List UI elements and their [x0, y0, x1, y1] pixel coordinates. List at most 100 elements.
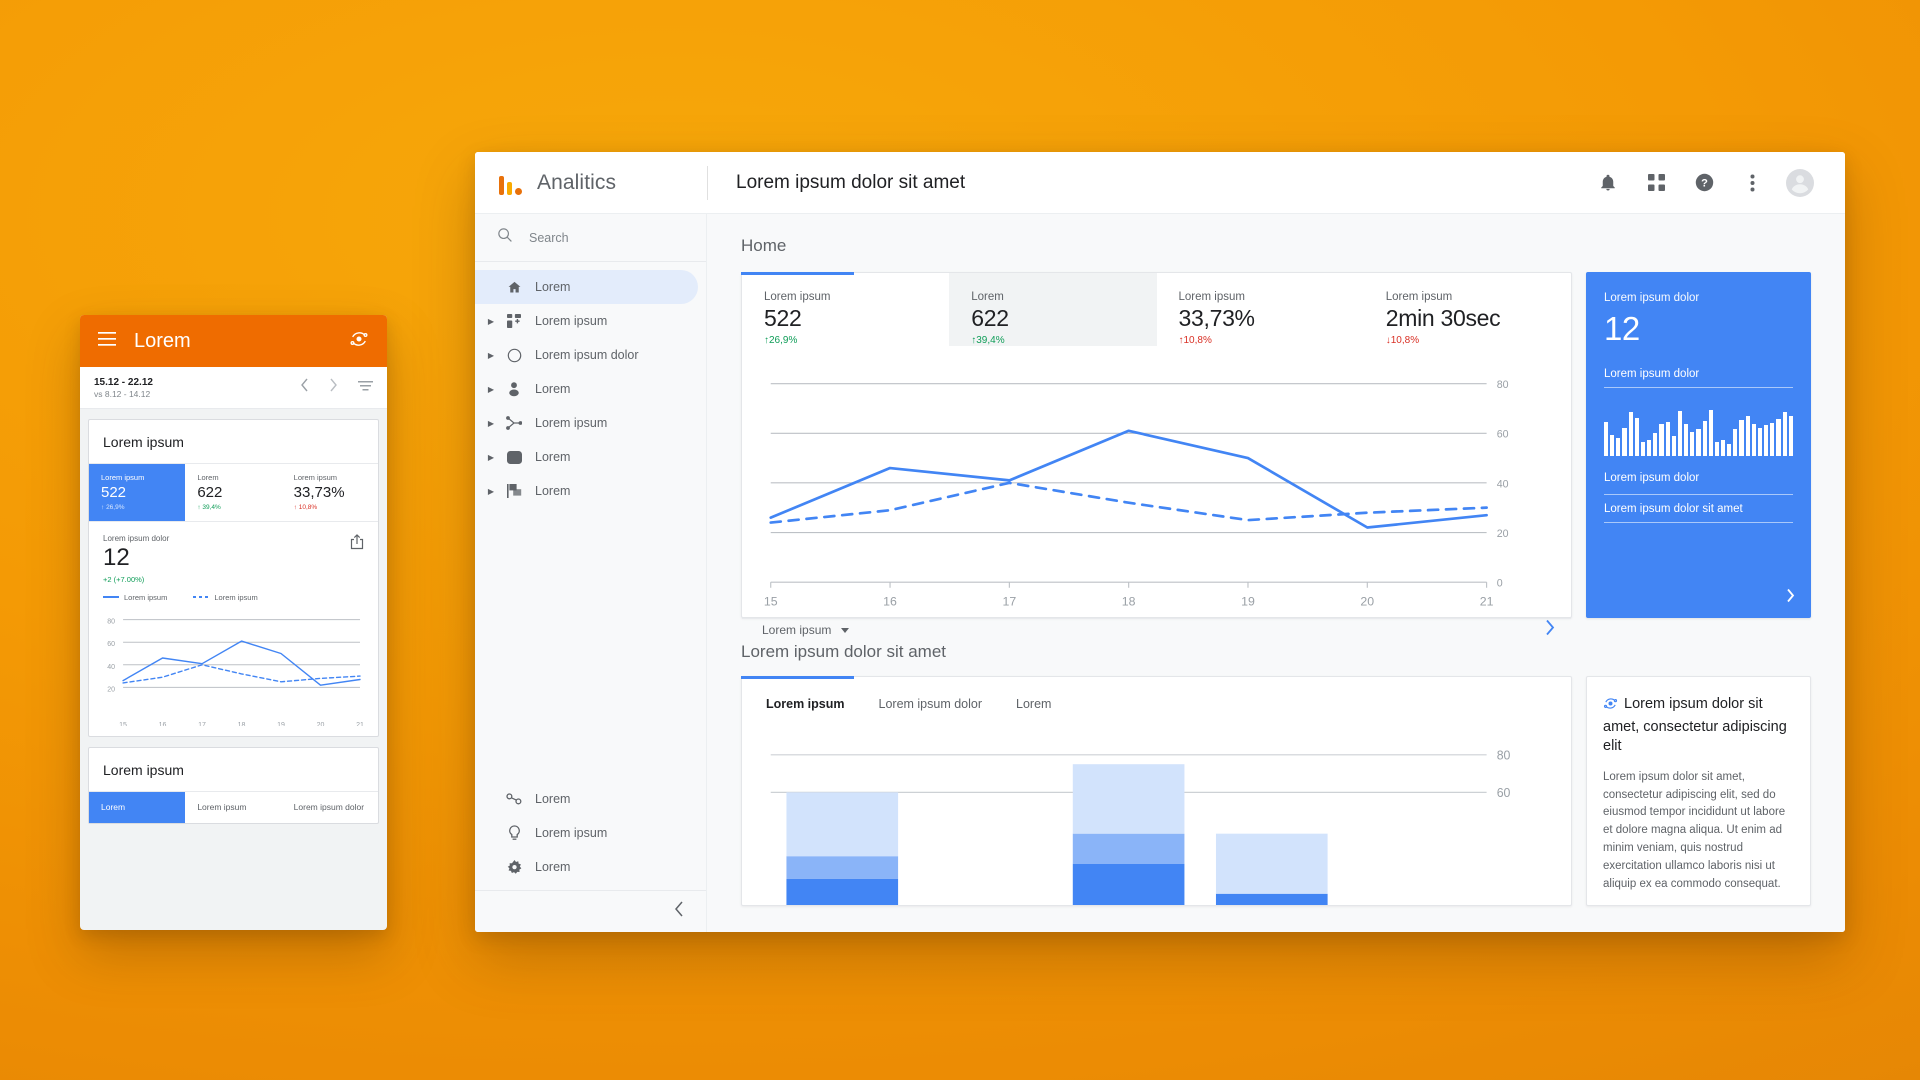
sidebar-item-label: Lorem ipsum dolor: [535, 348, 639, 362]
sidebar-bottom-item-2[interactable]: Lorem: [475, 850, 698, 884]
home-heading: Home: [741, 236, 1811, 256]
caret-down-icon: [841, 628, 849, 633]
mini-bar: [1684, 424, 1688, 456]
svg-text:19: 19: [1241, 595, 1255, 609]
metric-value: 622: [197, 484, 281, 501]
rounded-square-icon: [499, 451, 529, 464]
mobile-date-range[interactable]: 15.12 - 22.12 vs 8.12 - 14.12: [94, 377, 300, 399]
help-icon[interactable]: ?: [1685, 164, 1723, 202]
tab-0[interactable]: Lorem ipsum: [766, 697, 845, 711]
sidebar-item-6[interactable]: ▶ Lorem: [475, 474, 698, 508]
mini-bar: [1733, 429, 1737, 456]
insight-body: Lorem ipsum dolor sit amet, consectetur …: [1603, 769, 1794, 894]
mobile-tab-2[interactable]: Lorem ipsum dolor: [282, 792, 378, 823]
avatar[interactable]: [1781, 164, 1819, 202]
sidebar-item-5[interactable]: ▶ Lorem: [475, 440, 698, 474]
main-content: Home Lorem ipsum 522 ↑26,9% Lorem 622 ↑3…: [707, 214, 1845, 932]
mobile-metric-2[interactable]: Lorem ipsum 33,73% ↑ 10,8%: [282, 464, 378, 521]
svg-text:19: 19: [277, 722, 285, 726]
search-row[interactable]: Search: [475, 214, 706, 262]
brand-area[interactable]: Analitics: [475, 152, 707, 213]
realtime-blue-card[interactable]: Lorem ipsum dolor 12 Lorem ipsum dolor L…: [1586, 272, 1811, 618]
metric-card-3[interactable]: Lorem ipsum 2min 30sec ↓10,8%: [1364, 273, 1571, 346]
sidebar-item-label: Lorem: [535, 792, 570, 806]
metric-card-0[interactable]: Lorem ipsum 522 ↑26,9%: [742, 273, 949, 346]
sidebar-item-label: Lorem ipsum: [535, 416, 607, 430]
svg-text:20: 20: [317, 722, 325, 726]
bell-icon[interactable]: [1589, 164, 1627, 202]
chevron-right-icon[interactable]: [329, 378, 338, 397]
sidebar-item-home[interactable]: Lorem: [475, 270, 698, 304]
overview-dropdown[interactable]: Lorem ipsum: [762, 623, 849, 637]
mini-bar: [1715, 442, 1719, 456]
mini-bar: [1666, 422, 1670, 456]
sidebar-item-label: Lorem ipsum: [535, 826, 607, 840]
sidebar-item-label: Lorem: [535, 450, 570, 464]
hamburger-icon[interactable]: [98, 332, 116, 351]
mini-bar: [1770, 423, 1774, 456]
metric-value: 622: [971, 306, 1156, 331]
svg-text:0: 0: [1497, 578, 1503, 590]
sidebar-item-label: Lorem: [535, 280, 570, 294]
detail-tabs: Lorem ipsum Lorem ipsum dolor Lorem: [742, 677, 1571, 711]
mini-bar: [1721, 440, 1725, 456]
sidebar-item-label: Lorem: [535, 382, 570, 396]
expand-arrow-icon[interactable]: ▶: [483, 487, 499, 496]
mini-bar: [1690, 432, 1694, 456]
insight-text-card[interactable]: Lorem ipsum dolor sit amet, consectetur …: [1586, 676, 1811, 906]
mini-bar: [1696, 429, 1700, 456]
expand-arrow-icon[interactable]: ▶: [483, 385, 499, 394]
svg-text:18: 18: [238, 722, 246, 726]
mini-bar: [1764, 425, 1768, 456]
overview-line-chart: 02040608015161718192021: [742, 346, 1571, 618]
sidebar-bottom-item-0[interactable]: Lorem: [475, 782, 698, 816]
mobile-topbar: Lorem: [80, 315, 387, 367]
metric-delta: ↑ 10,8%: [294, 504, 378, 511]
expand-arrow-icon[interactable]: ▶: [483, 419, 499, 428]
date-range-current: 15.12 - 22.12: [94, 377, 300, 388]
tab-2[interactable]: Lorem: [1016, 697, 1051, 711]
analytics-intelligence-icon[interactable]: [349, 329, 369, 354]
search-input[interactable]: Search: [529, 231, 569, 245]
analytics-logo-icon: [499, 171, 523, 195]
mini-bar: [1604, 422, 1608, 456]
mini-bar: [1746, 416, 1750, 456]
sidebar-item-label: Lorem: [535, 860, 570, 874]
sidebar-item-4[interactable]: ▶ Lorem ipsum: [475, 406, 698, 440]
metric-value: 522: [101, 484, 185, 501]
metric-value: 522: [764, 306, 949, 331]
metric-card-2[interactable]: Lorem ipsum 33,73% ↑10,8%: [1157, 273, 1364, 346]
mobile-tabs: Lorem Lorem ipsum Lorem ipsum dolor: [89, 792, 378, 823]
chevron-left-icon[interactable]: [300, 378, 309, 397]
flag-layers-icon: [499, 484, 529, 498]
mobile-tab-1[interactable]: Lorem ipsum: [185, 792, 281, 823]
brand-name: Analitics: [537, 171, 616, 195]
sidebar-nav: Lorem ▶ Lorem ipsum ▶ Lorem ipsum dolor: [475, 262, 706, 508]
mobile-tab-0[interactable]: Lorem: [89, 792, 185, 823]
blue-card-value: 12: [1604, 310, 1793, 348]
filter-icon[interactable]: [358, 379, 373, 397]
expand-arrow-icon[interactable]: ▶: [483, 453, 499, 462]
expand-arrow-icon[interactable]: ▶: [483, 351, 499, 360]
tab-1[interactable]: Lorem ipsum dolor: [879, 697, 983, 711]
mobile-metric-1[interactable]: Lorem 622 ↑ 39,4%: [185, 464, 281, 521]
sidebar-item-1[interactable]: ▶ Lorem ipsum: [475, 304, 698, 338]
metric-card-1[interactable]: Lorem 622 ↑39,4%: [949, 273, 1156, 346]
sidebar-bottom-item-1[interactable]: Lorem ipsum: [475, 816, 698, 850]
row-detail: Lorem ipsum Lorem ipsum dolor Lorem 6080…: [741, 676, 1811, 906]
share-icon[interactable]: [350, 534, 364, 555]
mobile-metric-0[interactable]: Lorem ipsum 522 ↑ 26,9%: [89, 464, 185, 521]
metric-value: 33,73%: [294, 484, 378, 501]
sidebar-item-3[interactable]: ▶ Lorem: [475, 372, 698, 406]
svg-text:17: 17: [198, 722, 206, 726]
svg-text:60: 60: [1497, 429, 1509, 441]
chevron-right-icon[interactable]: [1786, 588, 1795, 608]
share-node-icon: [499, 416, 529, 430]
sidebar-item-2[interactable]: ▶ Lorem ipsum dolor: [475, 338, 698, 372]
expand-arrow-icon[interactable]: ▶: [483, 317, 499, 326]
chevron-left-icon[interactable]: [674, 901, 684, 922]
apps-grid-icon[interactable]: [1637, 164, 1675, 202]
more-vert-icon[interactable]: [1733, 164, 1771, 202]
mobile-chart-value: 12: [103, 544, 350, 572]
chevron-right-icon[interactable]: [1545, 619, 1555, 641]
